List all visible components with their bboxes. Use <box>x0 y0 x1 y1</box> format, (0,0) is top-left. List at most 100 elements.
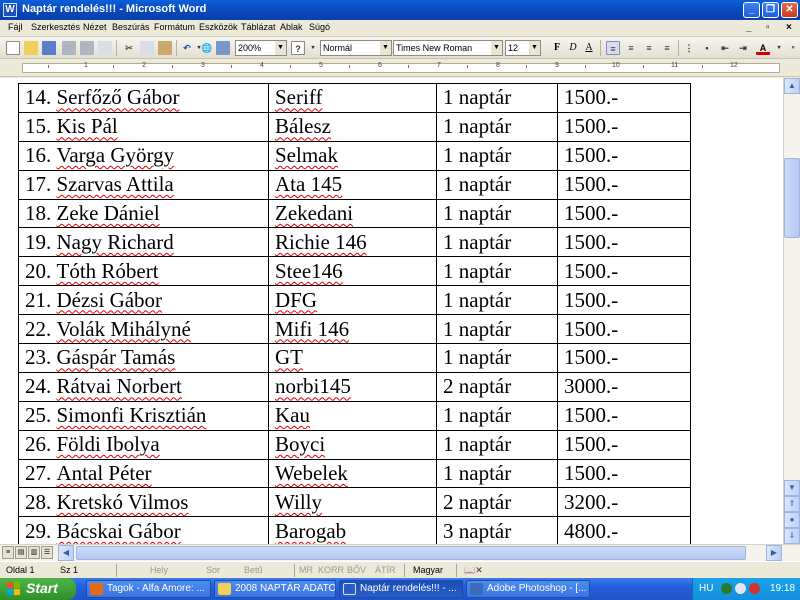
scroll-up-icon[interactable]: ▲ <box>784 78 800 94</box>
price-cell[interactable]: 1500.- <box>557 314 691 345</box>
price-cell[interactable]: 1500.- <box>557 343 691 373</box>
print-preview-icon[interactable] <box>98 41 112 55</box>
status-track[interactable]: KORR <box>318 565 344 575</box>
status-rec[interactable]: MR <box>299 565 313 575</box>
name-cell[interactable]: 27. Antal Péter <box>18 458 269 489</box>
price-cell[interactable]: 1500.- <box>557 285 691 316</box>
font-size-select[interactable]: 12 ▼ <box>505 40 541 56</box>
name-cell[interactable]: 25. Simonfi Krisztián <box>18 400 269 431</box>
minimize-button[interactable]: _ <box>743 2 760 18</box>
nickname-cell[interactable]: Barogab <box>268 516 437 544</box>
nickname-cell[interactable]: Boyci <box>268 429 437 460</box>
tray-icon-help[interactable] <box>721 583 732 594</box>
nickname-cell[interactable]: DFG <box>268 285 437 316</box>
document-area[interactable]: 14. Serfőző Gábor Seriff 1 naptár 1500.- 15.… <box>0 78 783 544</box>
previous-page-icon[interactable]: ⇑ <box>784 496 800 512</box>
quantity-cell[interactable]: 1 naptár <box>436 314 558 345</box>
word-app-icon[interactable]: W <box>3 3 17 17</box>
nickname-cell[interactable]: Ata 145 <box>268 169 437 200</box>
scroll-right-icon[interactable]: ▶ <box>766 545 782 561</box>
nickname-cell[interactable]: Zekedani <box>268 198 437 229</box>
price-cell[interactable]: 1500.- <box>557 227 691 258</box>
quantity-cell[interactable]: 3 naptár <box>436 516 558 544</box>
align-center-icon[interactable]: ≡ <box>624 41 638 55</box>
quantity-cell[interactable]: 1 naptár <box>436 169 558 200</box>
doc-restore-button[interactable]: ▫ <box>766 22 770 33</box>
menu-format[interactable]: Formátum <box>154 22 195 32</box>
scroll-left-icon[interactable]: ◀ <box>58 545 74 561</box>
status-language[interactable]: Magyar <box>413 565 443 575</box>
hyperlink-icon[interactable]: 🌐 <box>200 41 214 55</box>
price-cell[interactable]: 1500.- <box>557 198 691 229</box>
menu-table[interactable]: Táblázat <box>241 22 276 32</box>
quantity-cell[interactable]: 1 naptár <box>436 140 558 171</box>
style-select[interactable]: Normál ▼ <box>320 40 392 56</box>
quantity-cell[interactable]: 2 naptár <box>436 371 558 402</box>
copy-icon[interactable] <box>140 41 154 55</box>
price-cell[interactable]: 1500.- <box>557 429 691 460</box>
price-cell[interactable]: 3200.- <box>557 487 691 518</box>
browse-object-icon[interactable]: ● <box>784 512 800 528</box>
quantity-cell[interactable]: 1 naptár <box>436 285 558 316</box>
name-cell[interactable]: 29. Bácskai Gábor <box>18 516 269 544</box>
price-cell[interactable]: 4800.- <box>557 516 691 544</box>
menu-insert[interactable]: Beszúrás <box>112 22 150 32</box>
price-cell[interactable]: 1500.- <box>557 169 691 200</box>
menu-tools[interactable]: Eszközök <box>199 22 238 32</box>
menu-window[interactable]: Ablak <box>280 22 303 32</box>
nickname-cell[interactable]: Willy <box>268 487 437 518</box>
price-cell[interactable]: 1500.- <box>557 111 691 142</box>
bullet-list-icon[interactable]: • <box>700 41 714 55</box>
status-overtype[interactable]: ÁTÍR <box>375 565 396 575</box>
doc-close-button[interactable]: × <box>786 22 792 33</box>
name-cell[interactable]: 18. Zeke Dániel <box>18 198 269 229</box>
maximize-button[interactable]: ❐ <box>762 2 779 18</box>
nickname-cell[interactable]: GT <box>268 343 437 373</box>
status-extend[interactable]: BŐV <box>347 565 366 575</box>
taskbar-item[interactable]: 2008 NAPTÁR ADATOK! <box>214 580 336 598</box>
doc-minimize-button[interactable]: _ <box>746 22 752 33</box>
vertical-scroll-thumb[interactable] <box>784 158 800 238</box>
horizontal-ruler[interactable]: 1 2 3 4 5 6 7 8 9 10 11 12 <box>0 60 800 77</box>
new-document-icon[interactable] <box>6 41 20 55</box>
name-cell[interactable]: 28. Kretskó Vilmos <box>18 487 269 518</box>
quick-print-icon[interactable] <box>80 41 94 55</box>
print-icon[interactable] <box>62 41 76 55</box>
price-cell[interactable]: 1500.- <box>557 256 691 287</box>
quantity-cell[interactable]: 1 naptár <box>436 83 558 113</box>
font-color-icon[interactable]: A <box>756 41 770 55</box>
quantity-cell[interactable]: 1 naptár <box>436 256 558 287</box>
decrease-indent-icon[interactable]: ⇤ <box>718 41 732 55</box>
taskbar-item[interactable]: Tagok - Alfa Amore: ... <box>86 580 211 598</box>
nickname-cell[interactable]: Mifi 146 <box>268 314 437 345</box>
name-cell[interactable]: 20. Tóth Róbert <box>18 256 269 287</box>
quantity-cell[interactable]: 1 naptár <box>436 400 558 431</box>
volume-icon[interactable] <box>735 583 746 594</box>
name-cell[interactable]: 14. Serfőző Gábor <box>18 83 269 113</box>
name-cell[interactable]: 15. Kis Pál <box>18 111 269 142</box>
nickname-cell[interactable]: Kau <box>268 400 437 431</box>
taskbar-item[interactable]: Naptár rendelés!!! - ... <box>339 580 463 598</box>
menu-edit[interactable]: Szerkesztés <box>31 22 80 32</box>
bold-button[interactable]: F <box>550 41 564 55</box>
price-cell[interactable]: 1500.- <box>557 83 691 113</box>
align-right-icon[interactable]: ≡ <box>642 41 656 55</box>
next-page-icon[interactable]: ⇓ <box>784 528 800 544</box>
font-color-dropdown-icon[interactable]: ▾ <box>772 41 786 55</box>
name-cell[interactable]: 23. Gáspár Tamás <box>18 343 269 373</box>
nickname-cell[interactable]: norbi145 <box>268 371 437 402</box>
name-cell[interactable]: 22. Volák Mihályné <box>18 314 269 345</box>
increase-indent-icon[interactable]: ⇥ <box>736 41 750 55</box>
align-left-icon[interactable]: ≡ <box>606 41 620 55</box>
normal-view-icon[interactable]: ≡ <box>2 546 14 559</box>
menu-view[interactable]: Nézet <box>83 22 107 32</box>
print-layout-icon[interactable]: ▥ <box>28 546 40 559</box>
quantity-cell[interactable]: 1 naptár <box>436 343 558 373</box>
nickname-cell[interactable]: Webelek <box>268 458 437 489</box>
quantity-cell[interactable]: 1 naptár <box>436 198 558 229</box>
zoom-select[interactable]: 200% ▼ <box>235 40 287 56</box>
font-select[interactable]: Times New Roman ▼ <box>393 40 503 56</box>
price-cell[interactable]: 1500.- <box>557 400 691 431</box>
name-cell[interactable]: 17. Szarvas Attila <box>18 169 269 200</box>
name-cell[interactable]: 26. Földi Ibolya <box>18 429 269 460</box>
